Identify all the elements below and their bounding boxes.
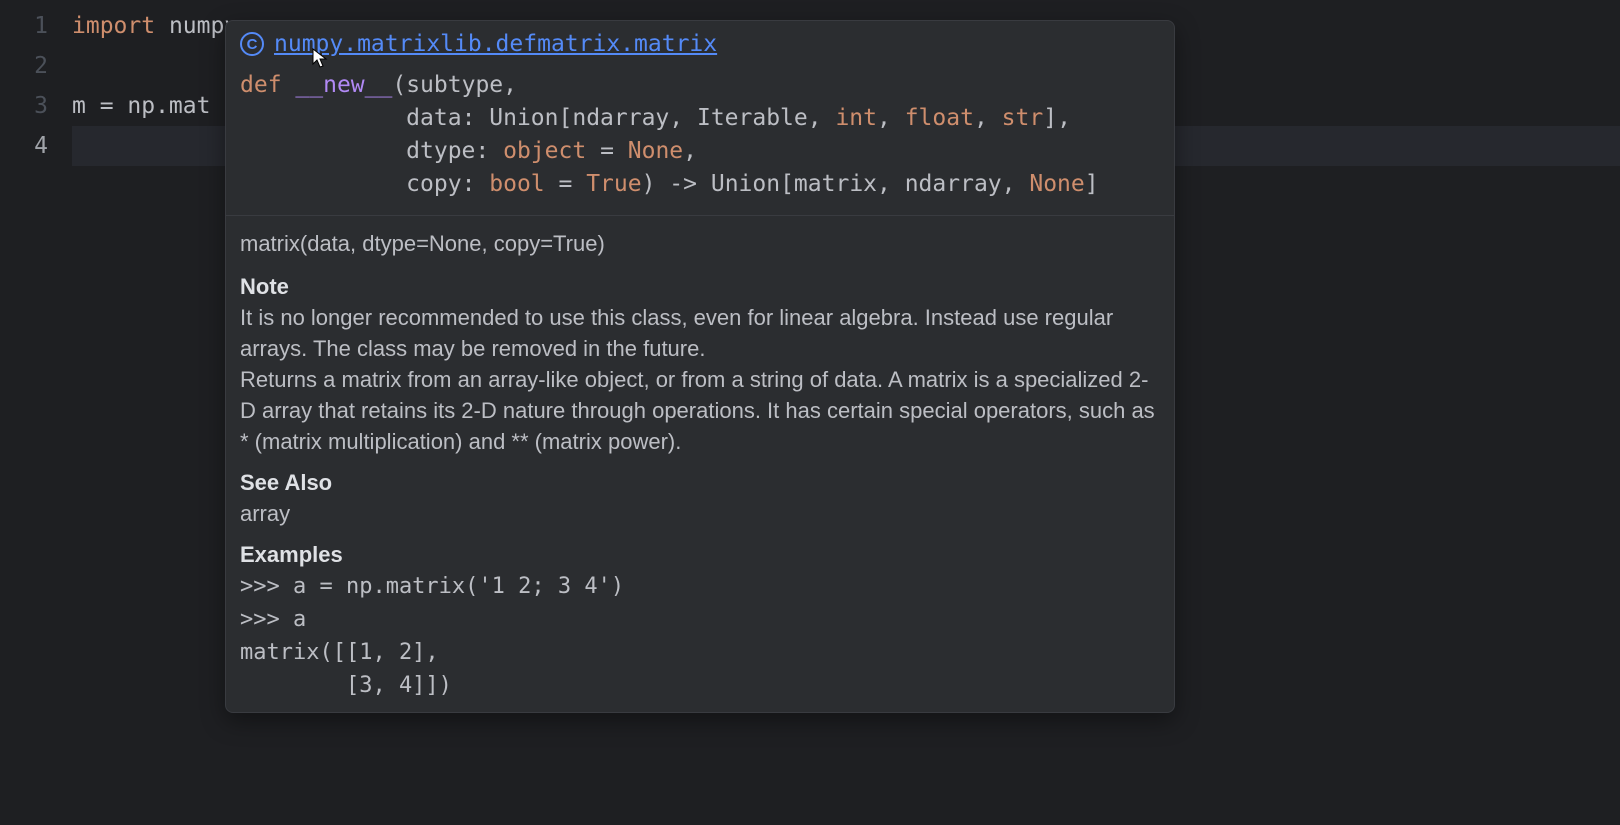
- popup-header: C numpy.matrixlib.defmatrix.matrix: [226, 21, 1174, 61]
- doc-body: matrix(data, dtype=None, copy=True) Note…: [226, 215, 1174, 712]
- signature-block: def __new__(subtype, data: Union[ndarray…: [226, 61, 1174, 215]
- line-number-gutter: 1 2 3 4: [0, 0, 72, 825]
- line-number: 2: [0, 46, 48, 86]
- examples-heading: Examples: [240, 539, 1160, 570]
- documentation-popup: C numpy.matrixlib.defmatrix.matrix def _…: [225, 20, 1175, 713]
- note-body: It is no longer recommended to use this …: [240, 302, 1160, 457]
- example-line: matrix([[1, 2],: [240, 636, 1160, 669]
- seealso-body: array: [240, 498, 1160, 529]
- line-number: 3: [0, 86, 48, 126]
- class-icon: C: [240, 32, 264, 56]
- line-number: 4: [0, 126, 48, 166]
- seealso-heading: See Also: [240, 467, 1160, 498]
- doc-summary: matrix(data, dtype=None, copy=True): [240, 228, 1160, 259]
- note-heading: Note: [240, 271, 1160, 302]
- example-line: [3, 4]]): [240, 669, 1160, 702]
- line-number: 1: [0, 6, 48, 46]
- example-line: >>> a = np.matrix('1 2; 3 4'): [240, 570, 1160, 603]
- example-line: >>> a: [240, 603, 1160, 636]
- qualified-name-link[interactable]: numpy.matrixlib.defmatrix.matrix: [274, 31, 717, 57]
